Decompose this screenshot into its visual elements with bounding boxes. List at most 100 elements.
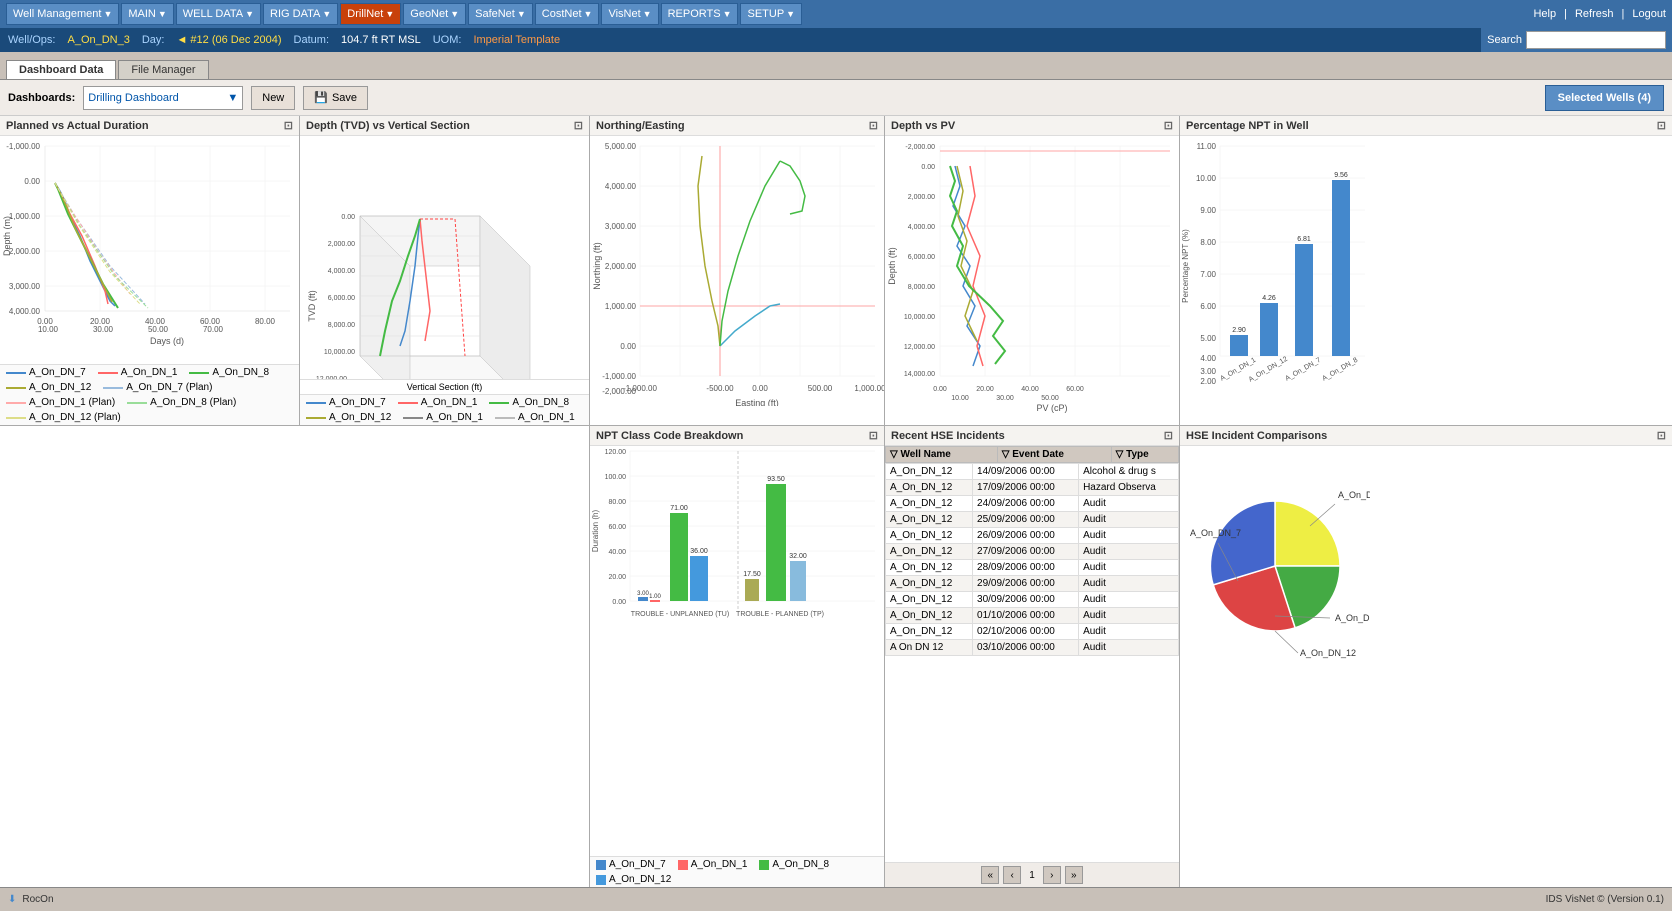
date-cell: 27/09/2006 00:00	[973, 544, 1079, 560]
planned-vs-actual-panel: Planned vs Actual Duration ⊡	[0, 116, 300, 425]
refresh-link[interactable]: Refresh	[1575, 8, 1614, 20]
nav-well-data[interactable]: WELL DATA ▼	[176, 3, 261, 25]
tvd-vs-chart: 0.00 2,000.00 4,000.00 6,000.00 8,000.00…	[300, 136, 589, 379]
npt-class-legend: A_On_DN_7 A_On_DN_1 A_On_DN_8 A_On_DN_12	[590, 856, 884, 887]
filter-type-icon[interactable]: ▽	[1116, 449, 1124, 460]
svg-text:TROUBLE - UNPLANNED (TU): TROUBLE - UNPLANNED (TU)	[631, 611, 729, 618]
prev-page-button[interactable]: ‹	[1003, 866, 1021, 884]
nav-drillnet[interactable]: DrillNet ▼	[340, 3, 401, 25]
well-name: A_On_DN_3	[67, 34, 129, 46]
date-cell: 24/09/2006 00:00	[973, 496, 1079, 512]
hse-comp-options-icon[interactable]: ⊡	[1657, 429, 1666, 442]
table-row[interactable]: A_On_DN_12 28/09/2006 00:00 Audit	[886, 560, 1179, 576]
svg-text:3.00: 3.00	[637, 591, 649, 597]
nav-geonet[interactable]: GeoNet ▼	[403, 3, 466, 25]
dropdown-arrow-icon[interactable]: ▼	[227, 92, 238, 104]
first-page-button[interactable]: «	[981, 866, 999, 884]
dashboard-selector[interactable]: Drilling Dashboard ▼	[83, 86, 243, 110]
svg-text:100.00: 100.00	[605, 474, 627, 481]
col-event-date: ▽ Event Date	[997, 447, 1111, 463]
nav-setup[interactable]: SETUP ▼	[740, 3, 802, 25]
type-cell: Hazard Observa	[1079, 480, 1179, 496]
pie-label-dn7: A_On_DN_7	[1190, 528, 1241, 538]
svg-text:-1,000.00: -1,000.00	[602, 372, 636, 381]
nav-well-management[interactable]: Well Management ▼	[6, 3, 119, 25]
help-link[interactable]: Help	[1533, 8, 1556, 20]
nav-main[interactable]: MAIN ▼	[121, 3, 173, 25]
svg-text:3,000.00: 3,000.00	[605, 222, 637, 231]
table-row[interactable]: A_On_DN_12 02/10/2006 00:00 Audit	[886, 624, 1179, 640]
svg-text:3.00: 3.00	[1200, 367, 1216, 376]
svg-text:6,000.00: 6,000.00	[908, 254, 935, 261]
ne-options-icon[interactable]: ⊡	[869, 119, 878, 132]
new-button[interactable]: New	[251, 86, 295, 110]
northing-easting-chart: 5,000.00 4,000.00 3,000.00 2,000.00 1,00…	[590, 136, 884, 425]
svg-text:0.00: 0.00	[752, 384, 768, 393]
well-info-bar: Well/Ops: A_On_DN_3 Day: ◄ #12 (06 Dec 2…	[0, 28, 1672, 52]
last-page-button[interactable]: »	[1065, 866, 1083, 884]
chart-options-icon[interactable]: ⊡	[284, 119, 293, 132]
svg-text:-1,000.00: -1,000.00	[6, 142, 40, 151]
table-row[interactable]: A_On_DN_12 25/09/2006 00:00 Audit	[886, 512, 1179, 528]
datum-value: 104.7 ft RT MSL	[341, 34, 421, 46]
logout-link[interactable]: Logout	[1632, 8, 1666, 20]
table-row[interactable]: A On DN 12 03/10/2006 00:00 Audit	[886, 640, 1179, 656]
svg-text:10,000.00: 10,000.00	[904, 314, 935, 321]
selected-wells-button[interactable]: Selected Wells (4)	[1545, 85, 1664, 111]
save-icon: 💾	[314, 91, 328, 104]
table-row[interactable]: A_On_DN_12 26/09/2006 00:00 Audit	[886, 528, 1179, 544]
table-row[interactable]: A_On_DN_12 30/09/2006 00:00 Audit	[886, 592, 1179, 608]
tab-dashboard-data[interactable]: Dashboard Data	[6, 60, 116, 79]
svg-text:6.00: 6.00	[1200, 302, 1216, 311]
main-content: Planned vs Actual Duration ⊡	[0, 116, 1672, 887]
search-input[interactable]	[1526, 31, 1666, 49]
svg-text:71.00: 71.00	[670, 505, 688, 512]
nav-rig-data[interactable]: RIG DATA ▼	[263, 3, 338, 25]
nav-visnet[interactable]: VisNet ▼	[601, 3, 658, 25]
svg-text:70.00: 70.00	[203, 325, 224, 334]
hse-incidents-scroll[interactable]: A_On_DN_12 14/09/2006 00:00 Alcohol & dr…	[885, 463, 1179, 862]
nav-reports[interactable]: REPORTS ▼	[661, 3, 739, 25]
table-row[interactable]: A_On_DN_12 29/09/2006 00:00 Audit	[886, 576, 1179, 592]
type-cell: Audit	[1079, 624, 1179, 640]
nav-costnet[interactable]: CostNet ▼	[535, 3, 600, 25]
table-row[interactable]: A_On_DN_12 14/09/2006 00:00 Alcohol & dr…	[886, 464, 1179, 480]
date-cell: 26/09/2006 00:00	[973, 528, 1079, 544]
tab-file-manager[interactable]: File Manager	[118, 60, 208, 79]
svg-text:4,000.00: 4,000.00	[908, 224, 935, 231]
svg-text:0.00: 0.00	[612, 599, 626, 606]
depth-vs-pv-chart: -2,000.00 0.00 2,000.00 4,000.00 6,000.0…	[885, 136, 1179, 425]
filter-date-icon[interactable]: ▽	[1002, 449, 1010, 460]
svg-text:30.00: 30.00	[93, 325, 114, 334]
svg-text:-2,000.00: -2,000.00	[905, 144, 935, 151]
svg-text:0.00: 0.00	[620, 342, 636, 351]
table-row[interactable]: A_On_DN_12 01/10/2006 00:00 Audit	[886, 608, 1179, 624]
hse-options-icon[interactable]: ⊡	[1164, 429, 1173, 442]
svg-text:2,000.00: 2,000.00	[605, 262, 637, 271]
planned-vs-actual-chart: -1,000.00 0.00 1,000.00 2,000.00 3,000.0…	[0, 136, 299, 364]
table-row[interactable]: A_On_DN_12 27/09/2006 00:00 Audit	[886, 544, 1179, 560]
type-cell: Audit	[1079, 528, 1179, 544]
nav-safenet[interactable]: SafeNet ▼	[468, 3, 533, 25]
npt-class-options-icon[interactable]: ⊡	[869, 429, 878, 442]
save-button[interactable]: 💾 Save	[303, 86, 368, 110]
save-label: Save	[332, 92, 357, 104]
day-value: ◄ #12 (06 Dec 2004)	[176, 34, 281, 46]
tvd-vs-title: Depth (TVD) vs Vertical Section ⊡	[300, 116, 589, 136]
datum-label: Datum:	[294, 34, 329, 46]
next-page-button[interactable]: ›	[1043, 866, 1061, 884]
table-row[interactable]: A_On_DN_12 17/09/2006 00:00 Hazard Obser…	[886, 480, 1179, 496]
tvd-options-icon[interactable]: ⊡	[574, 119, 583, 132]
pct-npt-title: Percentage NPT in Well ⊡	[1180, 116, 1672, 136]
col-well-name: ▽ Well Name	[886, 447, 998, 463]
tvd-vs-legend: A_On_DN_7 A_On_DN_1 A_On_DN_8 A_On_DN_12…	[300, 394, 589, 425]
pv-options-icon[interactable]: ⊡	[1164, 119, 1173, 132]
table-row[interactable]: A_On_DN_12 24/09/2006 00:00 Audit	[886, 496, 1179, 512]
svg-text:0.00: 0.00	[341, 214, 355, 221]
col-type: ▽ Type	[1111, 447, 1178, 463]
npt-class-code-title: NPT Class Code Breakdown ⊡	[590, 426, 884, 446]
filter-icon[interactable]: ▽	[890, 449, 898, 460]
pct-npt-chart: 11.00 10.00 9.00 8.00 7.00 6.00 5.00 4.0…	[1180, 136, 1672, 425]
type-cell: Audit	[1079, 592, 1179, 608]
npt-options-icon[interactable]: ⊡	[1657, 119, 1666, 132]
